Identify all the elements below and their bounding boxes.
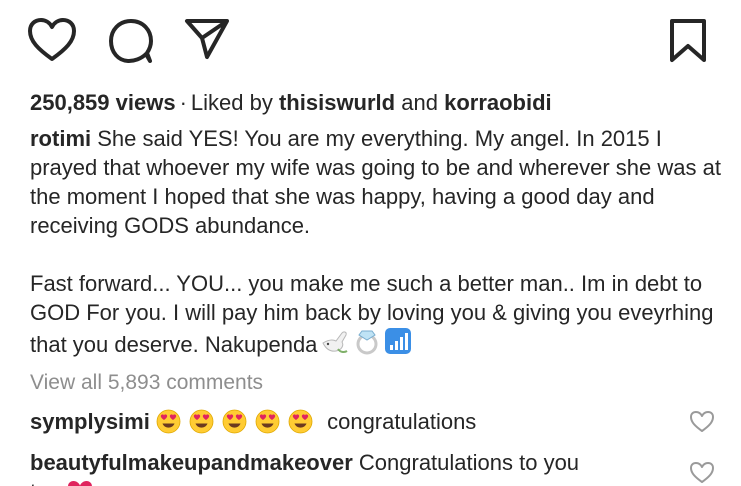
liked-by-prefix: Liked by: [190, 90, 273, 115]
comment-2-username[interactable]: beautyfulmakeupandmakeover: [30, 450, 353, 475]
comment-2: beautyfulmakeupandmakeover Congratulatio…: [30, 448, 579, 486]
view-all-comments-link[interactable]: View all 5,893 comments: [30, 369, 263, 397]
heart-eyes-icon: [255, 409, 280, 434]
comment-2-like-icon[interactable]: [689, 461, 715, 486]
separator: ·: [179, 90, 187, 115]
heart-eyes-icon: [189, 409, 214, 434]
dove-icon: [320, 329, 350, 362]
liked-conjunction: and: [401, 90, 438, 115]
heart-icon[interactable]: [28, 18, 76, 62]
action-bar: [0, 0, 741, 80]
red-heart-icon: [67, 480, 93, 486]
caption: rotimi She said YES! You are my everythi…: [30, 124, 730, 362]
comment-1: symplysimi congratulations: [30, 407, 476, 436]
caption-paragraph-2: Fast forward... YOU... you make me such …: [30, 269, 730, 362]
views-count[interactable]: 250,859 views: [30, 90, 176, 115]
bookmark-icon[interactable]: [668, 18, 708, 64]
signal-bars-icon: [384, 327, 412, 362]
heart-eyes-icon: [156, 409, 181, 434]
comment-1-username[interactable]: symplysimi: [30, 409, 150, 434]
caption-text-1: She said YES! You are my everything. My …: [30, 126, 721, 238]
comment-1-like-icon[interactable]: [689, 410, 715, 438]
heart-eyes-icon: [288, 409, 313, 434]
speech-bubble-icon[interactable]: [108, 18, 154, 64]
heart-eyes-icon: [222, 409, 247, 434]
liked-user-1[interactable]: thisiswurld: [279, 90, 395, 115]
views-and-likes: 250,859 views · Liked by thisiswurld and k…: [30, 89, 552, 117]
caption-paragraph-1: rotimi She said YES! You are my everythi…: [30, 124, 730, 240]
comment-2-text: Congratulations to you: [358, 450, 580, 475]
comment-1-emojis: [156, 409, 321, 434]
caption-username[interactable]: rotimi: [30, 126, 91, 151]
liked-user-2[interactable]: korraobidi: [444, 90, 552, 115]
ring-icon: [353, 327, 381, 362]
comment-2-text-continued: two: [30, 479, 64, 486]
paper-plane-icon[interactable]: [184, 18, 230, 60]
comment-1-text: congratulations: [327, 409, 477, 434]
